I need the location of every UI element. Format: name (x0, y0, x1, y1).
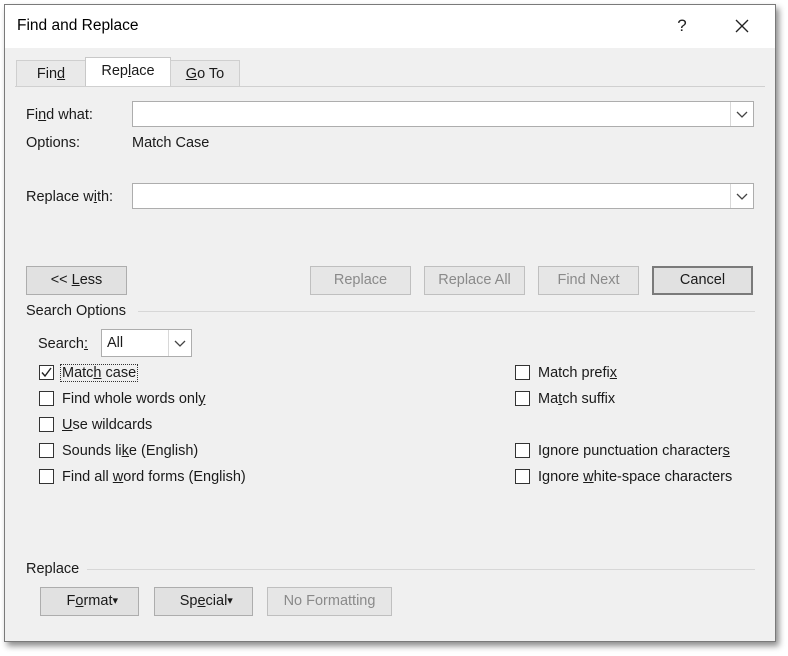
search-options-header: Search Options (26, 303, 126, 319)
match-prefix-checkbox[interactable] (515, 365, 530, 380)
find-all-word-forms-label[interactable]: Find all word forms (English) (62, 469, 246, 485)
dropdown-arrow-icon: ▾ (227, 595, 233, 607)
tab-find[interactable]: Find (16, 60, 86, 88)
chevron-down-icon (174, 340, 186, 347)
replace-button[interactable]: Replace (310, 266, 411, 295)
match-prefix-label[interactable]: Match prefix (538, 365, 617, 381)
find-what-label: Find what: (26, 107, 93, 123)
find-whole-words-checkbox[interactable] (39, 391, 54, 406)
find-next-button[interactable]: Find Next (538, 266, 639, 295)
search-direction-dropdown[interactable] (168, 330, 191, 356)
replace-with-dropdown[interactable] (730, 184, 753, 208)
replace-with-combo[interactable] (132, 183, 754, 209)
tab-go-to[interactable]: Go To (170, 60, 240, 88)
close-icon (735, 19, 749, 33)
less-button[interactable]: << Less (26, 266, 127, 295)
find-whole-words-label[interactable]: Find whole words only (62, 391, 205, 407)
search-options-divider (138, 311, 755, 312)
match-case-checkbox[interactable] (39, 365, 54, 380)
use-wildcards-checkbox[interactable] (39, 417, 54, 432)
tab-goto-label-rest: o To (197, 66, 225, 82)
format-button[interactable]: Format ▾ (40, 587, 139, 616)
chevron-down-icon (736, 111, 748, 118)
tab-find-label: Fin (36, 66, 58, 82)
find-all-word-forms-checkbox[interactable] (39, 469, 54, 484)
ignore-punctuation-checkbox[interactable] (515, 443, 530, 458)
sounds-like-label[interactable]: Sounds like (English) (62, 443, 198, 459)
match-suffix-label[interactable]: Match suffix (538, 391, 615, 407)
find-replace-dialog: Find and Replace ? Find Replace Go To Fi… (4, 4, 776, 642)
search-direction-label: Search: (38, 336, 88, 352)
special-button[interactable]: Special ▾ (154, 587, 253, 616)
chevron-down-icon (736, 193, 748, 200)
replace-all-button[interactable]: Replace All (424, 266, 525, 295)
ignore-punctuation-label[interactable]: Ignore punctuation characters (538, 443, 730, 459)
no-formatting-button[interactable]: No Formatting (267, 587, 392, 616)
use-wildcards-label[interactable]: Use wildcards (62, 417, 152, 433)
options-value: Match Case (132, 135, 210, 151)
replace-section-divider (87, 569, 755, 570)
find-what-dropdown[interactable] (730, 102, 753, 126)
close-button[interactable] (727, 11, 757, 41)
options-label: Options: (26, 135, 80, 151)
title-bar: Find and Replace ? (5, 5, 775, 48)
replace-section-header: Replace (26, 561, 80, 577)
find-what-combo[interactable] (132, 101, 754, 127)
help-button[interactable]: ? (669, 13, 695, 39)
replace-with-label: Replace with: (26, 189, 114, 205)
replace-panel: Find what: Options: Match Case Replace w… (15, 86, 765, 635)
tab-replace[interactable]: Replace (85, 57, 171, 88)
tab-replace-label: Rep (101, 63, 128, 79)
match-suffix-checkbox[interactable] (515, 391, 530, 406)
dropdown-arrow-icon: ▾ (112, 595, 118, 607)
sounds-like-checkbox[interactable] (39, 443, 54, 458)
tab-goto-accel: G (185, 66, 198, 82)
cancel-button[interactable]: Cancel (652, 266, 753, 295)
ignore-whitespace-checkbox[interactable] (515, 469, 530, 484)
match-case-label[interactable]: Match case (59, 364, 139, 382)
search-direction-value: All (107, 335, 124, 351)
dialog-body: Find Replace Go To Find what: Options: M… (5, 48, 775, 641)
checkmark-icon (41, 367, 52, 378)
tab-find-accel: d (57, 66, 66, 82)
search-direction-select[interactable]: All (101, 329, 192, 357)
dialog-title: Find and Replace (17, 17, 139, 34)
ignore-whitespace-label[interactable]: Ignore white-space characters (538, 469, 732, 485)
tab-replace-label-rest: ace (131, 63, 155, 79)
